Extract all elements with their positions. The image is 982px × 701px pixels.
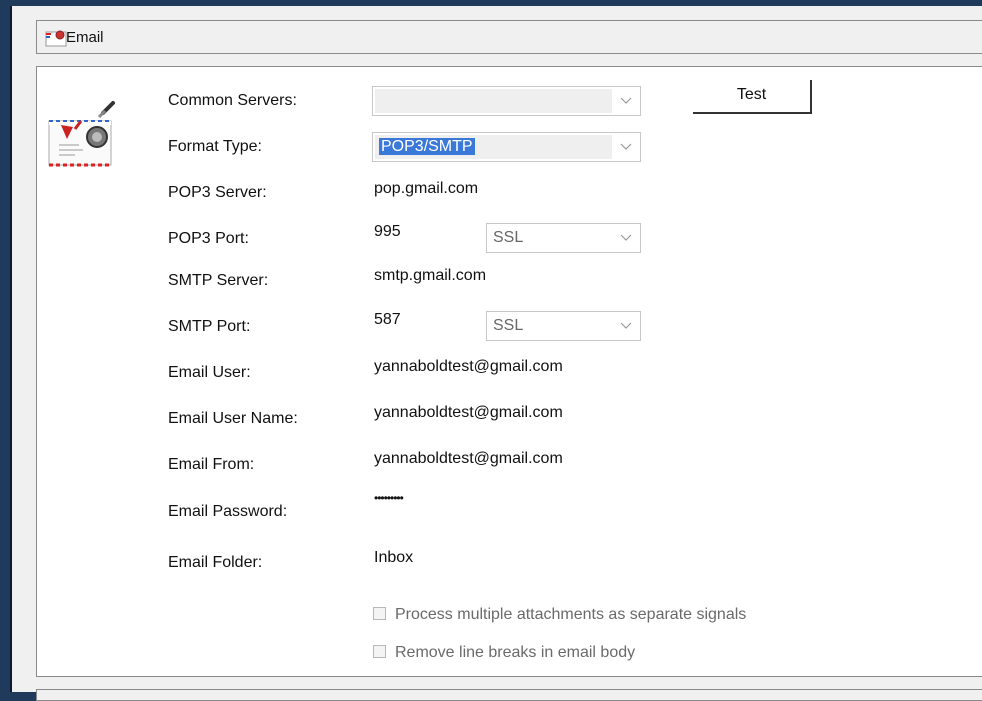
format-type-value: POP3/SMTP <box>379 138 475 155</box>
email-password-value[interactable]: ••••••••• <box>374 491 404 505</box>
format-type-dropdown[interactable]: POP3/SMTP <box>372 132 641 162</box>
pop3-security-value: SSL <box>489 226 612 250</box>
pop3-server-label: POP3 Server: <box>168 184 267 201</box>
smtp-server-value[interactable]: smtp.gmail.com <box>374 267 486 285</box>
separate-signals-option[interactable]: Process multiple attachments as separate… <box>373 606 746 624</box>
email-password-label: Email Password: <box>168 503 288 520</box>
smtp-server-label: SMTP Server: <box>168 272 269 289</box>
next-section-header <box>36 689 982 701</box>
email-envelope-icon <box>45 30 67 47</box>
format-type-label: Format Type: <box>168 138 262 155</box>
pop3-security-dropdown[interactable]: SSL <box>486 223 641 253</box>
smtp-security-dropdown[interactable]: SSL <box>486 311 641 341</box>
email-folder-value[interactable]: Inbox <box>374 549 413 567</box>
separate-signals-checkbox[interactable] <box>373 607 386 620</box>
email-settings-window: Email Common Servers: Test Format Type: … <box>10 6 982 701</box>
email-from-value[interactable]: yannaboldtest@gmail.com <box>374 450 563 468</box>
section-header: Email <box>36 20 982 54</box>
section-title: Email <box>66 29 104 46</box>
chevron-down-icon <box>616 316 636 336</box>
common-servers-value <box>375 89 612 113</box>
email-user-value[interactable]: yannaboldtest@gmail.com <box>374 358 563 376</box>
remove-line-breaks-option[interactable]: Remove line breaks in email body <box>373 644 635 662</box>
chevron-down-icon <box>616 228 636 248</box>
smtp-port-value[interactable]: 587 <box>374 311 401 329</box>
email-from-label: Email From: <box>168 456 255 473</box>
pop3-port-value[interactable]: 995 <box>374 223 401 241</box>
separate-signals-label: Process multiple attachments as separate… <box>395 606 747 623</box>
email-envelope-large-icon <box>48 101 115 167</box>
smtp-security-value: SSL <box>489 314 612 338</box>
chevron-down-icon <box>616 91 636 111</box>
remove-line-breaks-label: Remove line breaks in email body <box>395 644 636 661</box>
test-button[interactable]: Test <box>693 80 812 114</box>
email-settings-panel: Common Servers: Test Format Type: POP3/S… <box>36 66 982 677</box>
email-user-label: Email User: <box>168 364 251 381</box>
pop3-server-value[interactable]: pop.gmail.com <box>374 180 478 198</box>
common-servers-label: Common Servers: <box>168 92 297 109</box>
smtp-port-label: SMTP Port: <box>168 318 251 335</box>
chevron-down-icon <box>616 137 636 157</box>
email-user-name-label: Email User Name: <box>168 410 298 427</box>
common-servers-dropdown[interactable] <box>372 86 641 116</box>
remove-line-breaks-checkbox[interactable] <box>373 645 386 658</box>
email-folder-label: Email Folder: <box>168 554 263 571</box>
email-user-name-value[interactable]: yannaboldtest@gmail.com <box>374 404 563 422</box>
pop3-port-label: POP3 Port: <box>168 230 249 247</box>
